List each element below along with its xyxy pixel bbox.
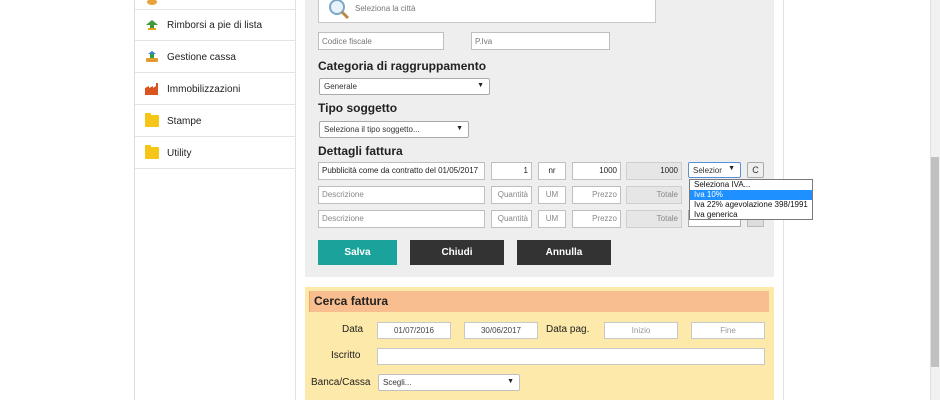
quantita-field[interactable]: Quantità xyxy=(491,210,532,228)
caret-down-icon: ▼ xyxy=(477,82,484,89)
codice-fiscale-field[interactable] xyxy=(318,32,444,50)
cerca-fattura-header: Cerca fattura xyxy=(309,291,769,312)
iva-option[interactable]: Iva generica xyxy=(690,210,812,220)
sidebar-item-immobilizzazioni[interactable]: Immobilizzazioni xyxy=(135,74,296,105)
descrizione-field[interactable]: Pubblicità come da contratto del 01/05/2… xyxy=(318,162,485,180)
piva-field[interactable] xyxy=(471,32,610,50)
prezzo-field[interactable]: 1000 xyxy=(572,162,621,180)
sidebar-item-rimborsi[interactable]: Rimborsi a pie di lista xyxy=(135,10,296,41)
caret-down-icon: ▼ xyxy=(507,378,514,385)
banca-cassa-select[interactable]: Scegli... ▼ xyxy=(378,374,520,391)
categoria-select-value: Generale xyxy=(324,82,357,91)
tipo-soggetto-select[interactable]: Seleziona il tipo soggetto... ▼ xyxy=(319,121,469,138)
inizio-field[interactable]: Inizio xyxy=(604,322,678,339)
caret-down-icon: ▼ xyxy=(728,165,735,172)
iva-dropdown-list[interactable]: Seleziona IVA... Iva 10% Iva 22% agevola… xyxy=(689,179,813,220)
sidebar-item-stampe[interactable]: Stampe xyxy=(135,106,296,137)
banca-cassa-label: Banca/Cassa xyxy=(311,377,371,388)
banca-cassa-select-value: Scegli... xyxy=(383,378,412,387)
folder-icon xyxy=(145,113,159,127)
folder-icon xyxy=(145,145,159,159)
scrollbar-thumb[interactable] xyxy=(931,157,939,367)
caret-down-icon: ▼ xyxy=(456,125,463,132)
chiudi-button[interactable]: Chiudi xyxy=(410,240,504,265)
quantita-field[interactable]: 1 xyxy=(491,162,532,180)
iscritto-field[interactable] xyxy=(377,348,765,365)
iva-option[interactable]: Iva 22% agevolazione 398/1991 xyxy=(690,200,812,210)
totale-field: 1000 xyxy=(626,162,682,180)
sidebar-item-utility[interactable]: Utility xyxy=(135,138,296,169)
data-pag-label: Data pag. xyxy=(546,324,590,335)
coin-icon xyxy=(145,0,159,10)
cerca-fattura-title: Cerca fattura xyxy=(314,294,389,308)
iscritto-label: Iscritto xyxy=(331,350,361,361)
categoria-heading: Categoria di raggruppamento xyxy=(318,59,487,73)
sidebar-item-label: Utility xyxy=(167,147,192,159)
magnifier-icon xyxy=(326,0,350,23)
categoria-select[interactable]: Generale ▼ xyxy=(319,78,490,95)
iva-select-value: Selezior xyxy=(693,165,722,175)
c-button[interactable]: C xyxy=(747,162,764,178)
sidebar-item-gestione-cassa[interactable]: Gestione cassa xyxy=(135,42,296,73)
dettagli-heading: Dettagli fattura xyxy=(318,144,403,158)
app-page: Rimborsi a pie di lista Gestione cassa I… xyxy=(0,0,940,400)
refund-icon xyxy=(145,19,159,31)
sidebar-item-label: Stampe xyxy=(167,115,202,127)
cash-icon xyxy=(145,51,159,63)
descrizione-field[interactable]: Descrizione xyxy=(318,210,485,228)
city-search-box[interactable]: Seleziona la città xyxy=(318,0,656,23)
iva-option-highlighted[interactable]: Iva 10% xyxy=(690,190,812,200)
sidebar-item-label: Rimborsi a pie di lista xyxy=(167,19,263,31)
descrizione-field[interactable]: Descrizione xyxy=(318,186,485,204)
city-search-placeholder: Seleziona la città xyxy=(355,4,416,13)
iva-select[interactable]: Selezior ▼ xyxy=(688,162,741,178)
sidebar-item-previous[interactable] xyxy=(135,0,296,10)
tipo-soggetto-select-value: Seleziona il tipo soggetto... xyxy=(324,125,420,134)
um-field[interactable]: nr xyxy=(538,162,566,180)
totale-field: Totale xyxy=(626,186,682,204)
annulla-button[interactable]: Annulla xyxy=(517,240,611,265)
factory-icon xyxy=(145,83,159,95)
um-field[interactable]: UM xyxy=(538,186,566,204)
um-field[interactable]: UM xyxy=(538,210,566,228)
data-to-field[interactable]: 30/06/2017 xyxy=(464,322,538,339)
data-from-field[interactable]: 01/07/2016 xyxy=(377,322,451,339)
salva-button[interactable]: Salva xyxy=(318,240,397,265)
prezzo-field[interactable]: Prezzo xyxy=(572,210,621,228)
prezzo-field[interactable]: Prezzo xyxy=(572,186,621,204)
fine-field[interactable]: Fine xyxy=(691,322,765,339)
sidebar-item-label: Gestione cassa xyxy=(167,51,236,63)
data-label: Data xyxy=(342,324,364,335)
iva-option[interactable]: Seleziona IVA... xyxy=(690,180,812,190)
quantita-field[interactable]: Quantità xyxy=(491,186,532,204)
tipo-soggetto-heading: Tipo soggetto xyxy=(318,101,398,115)
sidebar-item-label: Immobilizzazioni xyxy=(167,83,241,95)
totale-field: Totale xyxy=(626,210,682,228)
sidebar: Rimborsi a pie di lista Gestione cassa I… xyxy=(134,0,296,400)
